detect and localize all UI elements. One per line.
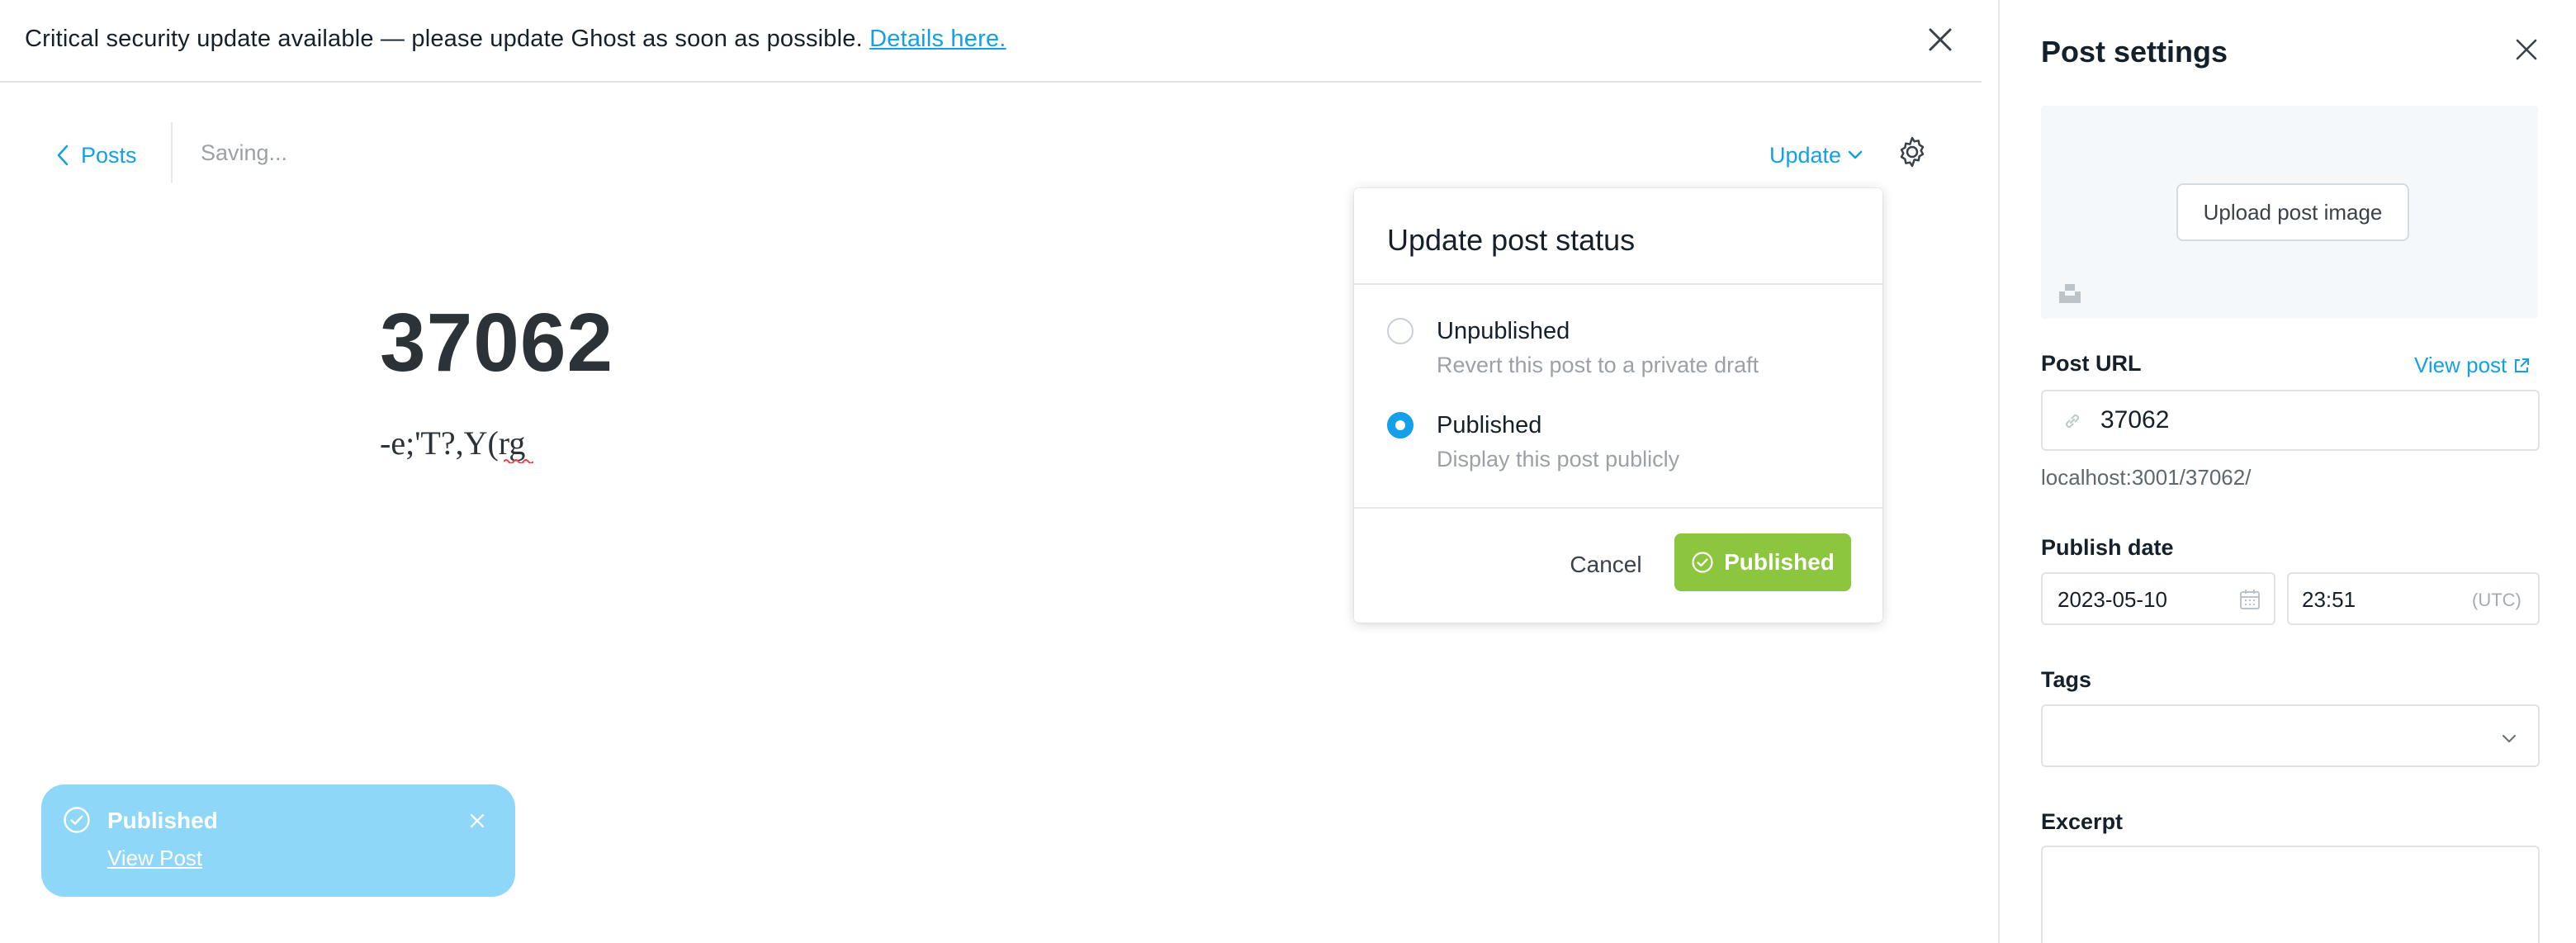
chevron-down-icon: [2502, 734, 2517, 743]
post-settings-toggle[interactable]: [1896, 135, 1929, 168]
view-post-link[interactable]: View Post: [107, 846, 202, 871]
spellcheck-underline: [504, 459, 533, 463]
excerpt-textarea[interactable]: [2041, 846, 2540, 943]
view-post-link[interactable]: View post: [2414, 353, 2530, 378]
close-icon: [1929, 28, 1952, 51]
popover-divider: [1354, 507, 1882, 509]
radio-published[interactable]: [1387, 412, 1413, 438]
popover-divider: [1354, 283, 1882, 285]
publish-date-input[interactable]: 2023-05-10: [2041, 572, 2275, 625]
view-post-label: View post: [2414, 353, 2507, 377]
published-button[interactable]: Published: [1674, 533, 1851, 591]
option-unpublished-description: Revert this post to a private draft: [1437, 353, 1759, 377]
excerpt-label: Excerpt: [2041, 809, 2124, 834]
radio-unpublished[interactable]: [1387, 318, 1413, 344]
timezone-label: (UTC): [2472, 590, 2522, 610]
check-circle-icon: [1692, 552, 1713, 573]
unsplash-icon[interactable]: [2057, 281, 2082, 306]
upload-image-button[interactable]: Upload post image: [2176, 183, 2409, 241]
chevron-left-icon: [57, 145, 69, 166]
published-notification: Published View Post: [41, 784, 515, 897]
post-title[interactable]: 37062: [380, 296, 613, 391]
panel-title: Post settings: [2041, 35, 2228, 69]
link-icon: [2065, 414, 2080, 429]
external-link-icon: [2515, 358, 2530, 372]
back-label: Posts: [81, 142, 137, 168]
settings-close-button[interactable]: [2513, 36, 2540, 63]
security-alert-bar: Critical security update available — ple…: [0, 0, 1982, 83]
popover-title: Update post status: [1387, 223, 1636, 257]
alert-details-link[interactable]: Details here.: [869, 26, 1006, 52]
save-status: Saving...: [201, 140, 288, 165]
published-button-label: Published: [1724, 549, 1835, 575]
post-url-value: 37062: [2100, 406, 2170, 434]
post-url-label: Post URL: [2041, 351, 2142, 376]
post-url-preview: localhost:3001/37062/: [2041, 465, 2252, 490]
update-label: Update: [1769, 142, 1842, 168]
option-unpublished-label[interactable]: Unpublished: [1437, 318, 1570, 345]
check-circle-icon: [64, 807, 90, 833]
option-published-description: Display this post publicly: [1437, 447, 1680, 472]
publish-date-value: 2023-05-10: [2057, 587, 2167, 612]
post-body[interactable]: -e;'T?,Y(rg: [380, 424, 525, 462]
nav-divider: [171, 122, 173, 183]
close-icon[interactable]: [467, 811, 487, 831]
publish-date-label: Publish date: [2041, 535, 2174, 560]
publish-time-value: 23:51: [2302, 587, 2356, 612]
update-status-popover: Update post status Unpublished Revert th…: [1354, 188, 1882, 623]
publish-time-input[interactable]: 23:51 (UTC): [2287, 572, 2540, 625]
back-to-posts-link[interactable]: Posts: [56, 139, 137, 172]
gear-icon: [1900, 136, 1925, 168]
notification-title: Published: [107, 808, 218, 833]
editor-area: Critical security update available — ple…: [0, 0, 1998, 943]
calendar-icon[interactable]: [2237, 587, 2262, 612]
post-image-dropzone[interactable]: Upload post image: [2041, 106, 2538, 319]
chevron-down-icon: [1848, 150, 1863, 159]
option-published-label[interactable]: Published: [1437, 412, 1541, 439]
tags-label: Tags: [2041, 667, 2092, 692]
tags-select[interactable]: [2041, 704, 2540, 767]
alert-close-button[interactable]: [1924, 23, 1957, 56]
cancel-button[interactable]: Cancel: [1560, 548, 1651, 581]
post-url-input[interactable]: 37062: [2041, 390, 2540, 451]
post-settings-panel: Post settings Upload post image Post URL…: [1998, 0, 2576, 943]
alert-message: Critical security update available — ple…: [25, 26, 863, 52]
close-icon: [2516, 39, 2537, 60]
alert-text: Critical security update available — ple…: [25, 26, 1006, 53]
update-dropdown-trigger[interactable]: Update: [1769, 139, 1863, 172]
